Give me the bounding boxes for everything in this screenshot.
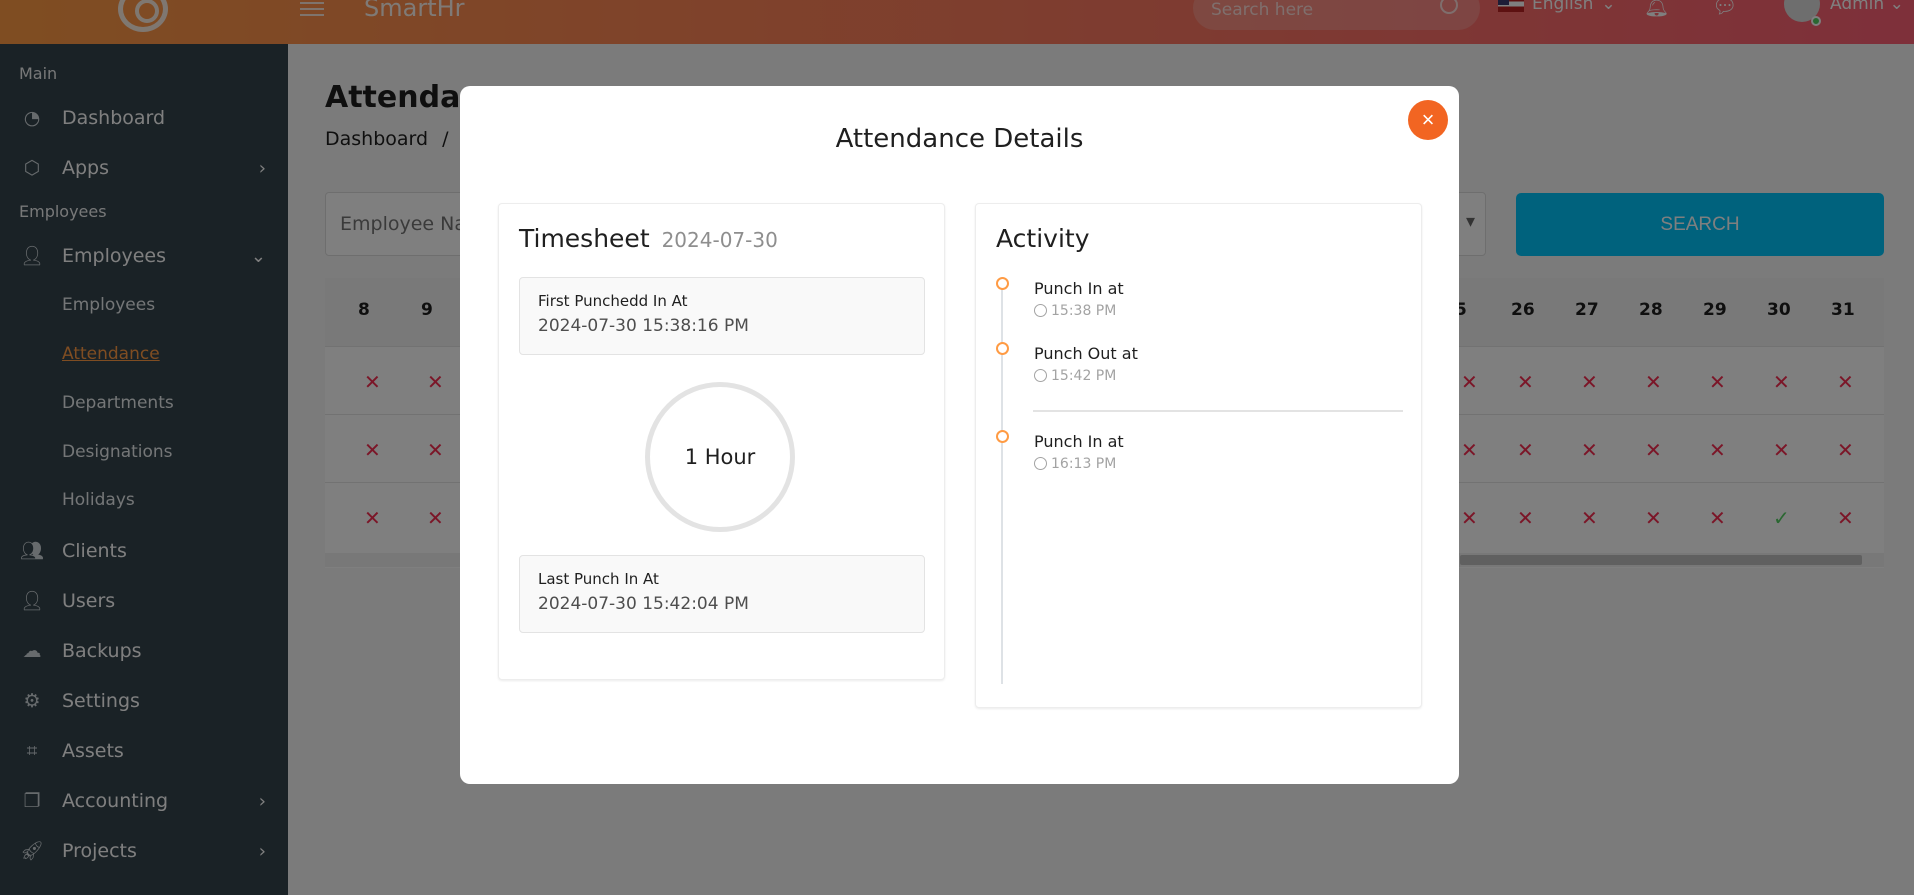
activity-label: Punch In at [1034, 432, 1124, 451]
timeline-dot-icon [996, 342, 1009, 355]
activity-time-value: 15:42 PM [1051, 368, 1117, 384]
activity-title: Activity [996, 224, 1090, 253]
activity-label: Punch In at [1034, 279, 1124, 298]
first-punch-box: First Punchedd In At 2024-07-30 15:38:16… [519, 277, 925, 355]
first-punch-value: 2024-07-30 15:38:16 PM [538, 316, 749, 336]
timesheet-card: Timesheet 2024-07-30 First Punchedd In A… [498, 203, 945, 680]
clock-icon [1034, 457, 1047, 470]
activity-time-value: 16:13 PM [1051, 456, 1117, 472]
timeline-dot-icon [996, 430, 1009, 443]
last-punch-value: 2024-07-30 15:42:04 PM [538, 594, 749, 614]
timesheet-label: Timesheet [519, 224, 650, 253]
timesheet-date: 2024-07-30 [661, 228, 778, 252]
timeline-dot-icon [996, 277, 1009, 290]
first-punch-label: First Punchedd In At [538, 292, 688, 310]
activity-time: 16:13 PM [1034, 456, 1116, 472]
clock-icon [1034, 369, 1047, 382]
activity-time-value: 15:38 PM [1051, 303, 1117, 319]
last-punch-label: Last Punch In At [538, 570, 659, 588]
last-punch-box: Last Punch In At 2024-07-30 15:42:04 PM [519, 555, 925, 633]
activity-time: 15:38 PM [1034, 303, 1116, 319]
timesheet-title: Timesheet 2024-07-30 [519, 224, 778, 253]
activity-time: 15:42 PM [1034, 368, 1116, 384]
activity-label: Punch Out at [1034, 344, 1138, 363]
hours-circle: 1 Hour [645, 382, 795, 532]
modal-title: Attendance Details [835, 124, 1084, 154]
close-button[interactable]: × [1408, 100, 1448, 140]
clock-icon [1034, 304, 1047, 317]
attendance-details-modal: Attendance Details × Timesheet 2024-07-3… [460, 86, 1459, 784]
activity-divider [1033, 410, 1403, 412]
activity-card: Activity Punch In at 15:38 PM Punch Out … [975, 203, 1422, 708]
